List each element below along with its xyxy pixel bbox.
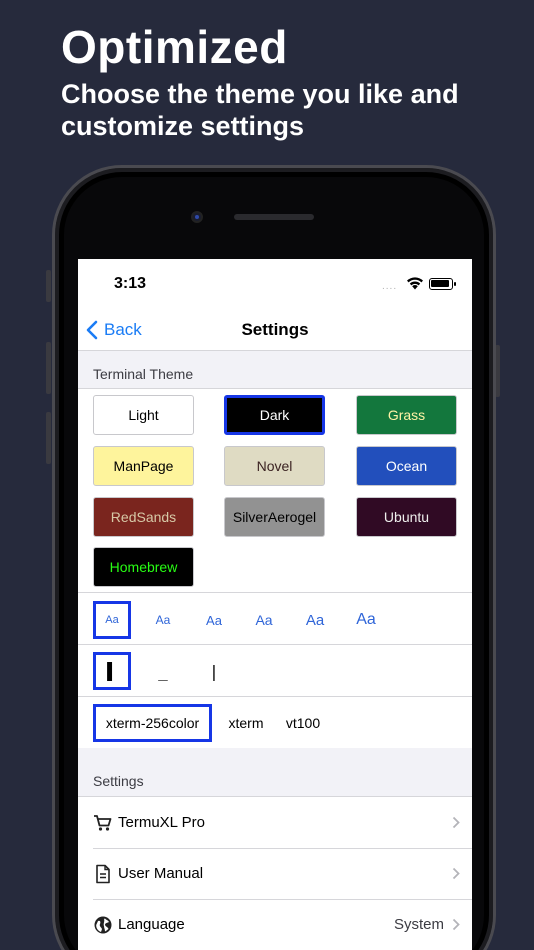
settings-row-user-manual[interactable]: User Manual xyxy=(78,848,472,899)
cellular-signal-icon: .... xyxy=(382,281,398,292)
font-size-option-3[interactable]: Aa xyxy=(195,601,233,639)
settings-row-termuxl-pro[interactable]: TermuXL Pro xyxy=(78,797,472,848)
cursor-underline-glyph: _ xyxy=(158,661,168,681)
theme-button-redsands[interactable]: RedSands xyxy=(93,497,194,537)
phone-volume-up-button xyxy=(46,342,51,394)
cursor-block-glyph: ▌ xyxy=(107,661,117,681)
theme-button-grass[interactable]: Grass xyxy=(356,395,457,435)
terminal-type-xterm-256color[interactable]: xterm-256color xyxy=(93,704,212,742)
phone-screen: 3:13 .... Back Settings Terminal Theme L… xyxy=(78,259,472,950)
globe-icon xyxy=(93,915,113,935)
battery-icon xyxy=(429,278,456,290)
terminal-type-xterm[interactable]: xterm xyxy=(219,704,273,742)
theme-button-light[interactable]: Light xyxy=(93,395,194,435)
font-size-option-4[interactable]: Aa xyxy=(245,601,283,639)
font-size-option-5[interactable]: Aa xyxy=(296,601,334,639)
status-time: 3:13 xyxy=(114,275,147,292)
front-camera xyxy=(191,211,203,223)
earpiece-speaker xyxy=(234,214,314,220)
theme-button-homebrew[interactable]: Homebrew xyxy=(93,547,194,587)
chevron-right-icon xyxy=(452,867,460,880)
theme-grid: Light Dark Grass ManPage Novel Ocean RedSands S… xyxy=(78,388,472,592)
chevron-right-icon xyxy=(452,816,460,829)
phone-mute-switch xyxy=(46,270,51,302)
navigation-bar: Back Settings xyxy=(78,309,472,351)
settings-row-language[interactable]: Language System xyxy=(78,899,472,950)
theme-button-silveraerogel[interactable]: SilverAerogel xyxy=(224,497,325,537)
terminal-type-row: xterm-256color xterm vt100 xyxy=(78,696,472,748)
cursor-option-underline[interactable]: _ xyxy=(144,652,182,690)
status-bar: 3:13 .... xyxy=(78,259,472,309)
font-size-option-6[interactable]: Aa xyxy=(347,601,385,639)
chevron-right-icon xyxy=(452,918,460,931)
cursor-option-block[interactable]: ▌ xyxy=(93,652,131,690)
cursor-bar-glyph: | xyxy=(209,661,219,681)
terminal-theme-header: Terminal Theme xyxy=(93,366,194,382)
font-size-option-2[interactable]: Aa xyxy=(144,601,182,639)
font-size-row: Aa Aa Aa Aa Aa Aa xyxy=(78,592,472,644)
language-value: System xyxy=(393,916,444,933)
phone-volume-down-button xyxy=(46,412,51,464)
promo-title: Optimized xyxy=(61,21,288,73)
theme-button-dark[interactable]: Dark xyxy=(224,395,325,435)
cart-icon xyxy=(93,813,113,833)
document-icon xyxy=(93,864,113,884)
settings-header: Settings xyxy=(93,773,144,789)
cursor-option-bar[interactable]: | xyxy=(195,652,233,690)
wifi-icon xyxy=(407,277,423,290)
settings-list: TermuXL Pro User Manual Language System xyxy=(78,796,472,950)
theme-button-ocean[interactable]: Ocean xyxy=(356,446,457,486)
cursor-style-row: ▌ _ | xyxy=(78,644,472,696)
theme-button-manpage[interactable]: ManPage xyxy=(93,446,194,486)
promo-subtitle: Choose the theme you like and customize … xyxy=(61,79,459,141)
theme-button-novel[interactable]: Novel xyxy=(224,446,325,486)
terminal-type-vt100[interactable]: vt100 xyxy=(279,704,327,742)
row-label: Language xyxy=(118,916,185,933)
font-size-option-1[interactable]: Aa xyxy=(93,601,131,639)
row-label: User Manual xyxy=(118,865,204,882)
row-label: TermuXL Pro xyxy=(118,814,205,831)
theme-button-ubuntu[interactable]: Ubuntu xyxy=(356,497,457,537)
page-title: Settings xyxy=(241,320,309,339)
